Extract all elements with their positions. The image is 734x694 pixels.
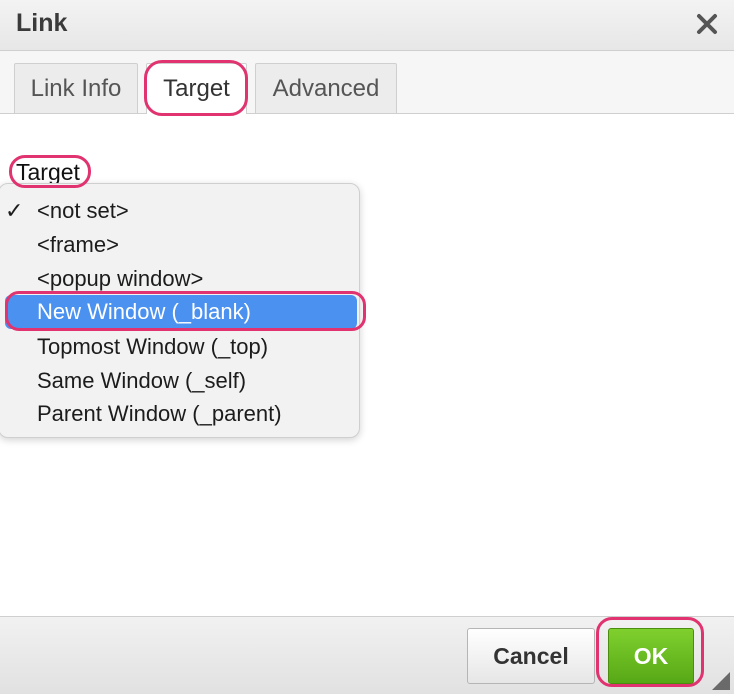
link-dialog: Link Link Info Target Advanced Target ✓ … bbox=[0, 0, 734, 694]
option-label: <popup window> bbox=[37, 266, 204, 291]
ok-button[interactable]: OK bbox=[608, 628, 694, 684]
target-option-topmost-window[interactable]: Topmost Window (_top) bbox=[0, 330, 357, 364]
target-option-not-set[interactable]: ✓ <not set> bbox=[0, 194, 357, 228]
target-option-popup-window[interactable]: <popup window> bbox=[0, 262, 357, 296]
option-label: Parent Window (_parent) bbox=[37, 401, 282, 426]
dialog-title: Link bbox=[16, 9, 68, 37]
tab-link-info[interactable]: Link Info bbox=[14, 63, 138, 113]
option-label: <not set> bbox=[37, 198, 129, 223]
dialog-titlebar[interactable]: Link bbox=[0, 0, 734, 51]
checkmark-icon: ✓ bbox=[5, 198, 24, 223]
target-option-same-window[interactable]: Same Window (_self) bbox=[0, 364, 357, 398]
target-option-frame[interactable]: <frame> bbox=[0, 228, 357, 262]
target-label: Target bbox=[16, 159, 80, 185]
option-label: Topmost Window (_top) bbox=[37, 334, 269, 359]
option-label: New Window (_blank) bbox=[37, 299, 251, 324]
option-label: <frame> bbox=[37, 232, 119, 257]
tab-advanced[interactable]: Advanced bbox=[255, 63, 397, 113]
target-option-new-window[interactable]: New Window (_blank) bbox=[5, 295, 357, 329]
option-label: Same Window (_self) bbox=[37, 368, 247, 393]
close-icon[interactable] bbox=[692, 9, 722, 39]
tab-target[interactable]: Target bbox=[146, 63, 247, 114]
target-option-parent-window[interactable]: Parent Window (_parent) bbox=[0, 397, 357, 431]
cancel-button[interactable]: Cancel bbox=[467, 628, 595, 684]
tab-bar: Link Info Target Advanced bbox=[0, 51, 734, 114]
target-dropdown-menu[interactable]: ✓ <not set> <frame> <popup window> New W… bbox=[0, 183, 360, 438]
resize-handle-icon[interactable] bbox=[712, 672, 730, 690]
